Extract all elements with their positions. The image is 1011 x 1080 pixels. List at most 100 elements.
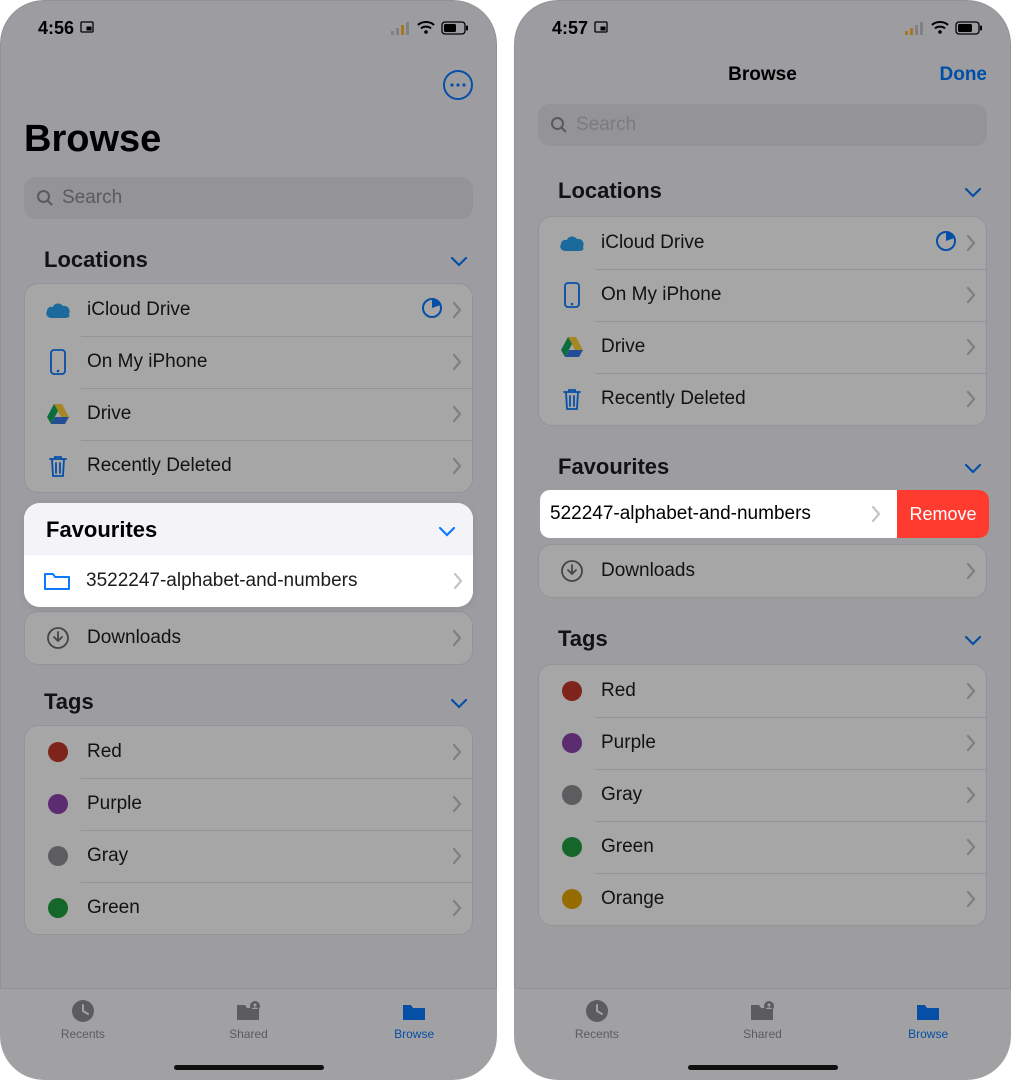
section-header-favourites[interactable]: Favourites: [514, 432, 1011, 490]
chevron-down-icon: [451, 689, 467, 715]
row-tag-green[interactable]: Green: [539, 821, 986, 873]
row-downloads[interactable]: Downloads: [25, 612, 472, 664]
chevron-right-icon: [967, 563, 976, 579]
row-tag-gray[interactable]: Gray: [539, 769, 986, 821]
favourites-list: Downloads: [24, 611, 473, 665]
tag-dot-gray: [48, 846, 68, 866]
battery-icon: [955, 21, 983, 35]
row-downloads[interactable]: Downloads: [539, 545, 986, 597]
tag-dot-red: [562, 681, 582, 701]
row-tag-gray[interactable]: Gray: [25, 830, 472, 882]
row-label: Red: [87, 741, 453, 763]
nav-title: Browse: [728, 64, 797, 86]
chevron-down-icon: [965, 454, 981, 480]
trash-icon: [555, 382, 589, 416]
home-indicator[interactable]: [174, 1065, 324, 1070]
chevron-right-icon: [967, 891, 976, 907]
row-label: On My iPhone: [87, 351, 453, 373]
tab-label: Recents: [575, 1027, 619, 1041]
row-tag-red[interactable]: Red: [539, 665, 986, 717]
tab-recents[interactable]: Recents: [537, 997, 657, 1041]
section-title: Locations: [44, 247, 148, 273]
sync-progress-icon: [421, 297, 443, 324]
favourite-swipe-row: 522247-alphabet-and-numbers Remove: [514, 490, 989, 538]
search-placeholder: Search: [62, 187, 122, 209]
row-label: Purple: [87, 793, 453, 815]
tab-label: Browse: [908, 1027, 948, 1041]
chevron-down-icon: [439, 517, 455, 543]
row-on-my-iphone[interactable]: On My iPhone: [25, 336, 472, 388]
row-tag-orange[interactable]: Orange: [539, 873, 986, 925]
phone-right: 4:57 Browse Done Search Locations: [514, 0, 1011, 1080]
row-drive[interactable]: Drive: [539, 321, 986, 373]
shared-folder-icon: [233, 997, 263, 1025]
chevron-right-icon: [453, 848, 462, 864]
icloud-icon: [555, 226, 589, 260]
row-label: Recently Deleted: [87, 455, 453, 477]
row-icloud-drive[interactable]: iCloud Drive: [539, 217, 986, 269]
row-tag-purple[interactable]: Purple: [539, 717, 986, 769]
section-header-locations[interactable]: Locations: [0, 229, 497, 281]
row-on-my-iphone[interactable]: On My iPhone: [539, 269, 986, 321]
page-title: Browse: [0, 100, 497, 171]
nav-bar: Browse Done: [514, 50, 1011, 100]
row-label: Drive: [601, 336, 967, 358]
row-favourite-folder[interactable]: 522247-alphabet-and-numbers: [540, 490, 897, 538]
row-favourite-folder[interactable]: 3522247-alphabet-and-numbers: [24, 555, 473, 607]
tab-label: Browse: [394, 1027, 434, 1041]
row-recently-deleted[interactable]: Recently Deleted: [539, 373, 986, 425]
tag-dot-red: [48, 742, 68, 762]
tab-bar: Recents Shared Browse: [514, 988, 1011, 1080]
row-label: Drive: [87, 403, 453, 425]
folder-icon: [913, 997, 943, 1025]
section-title: Tags: [558, 626, 608, 652]
tab-recents[interactable]: Recents: [23, 997, 143, 1041]
search-input[interactable]: Search: [538, 104, 987, 146]
tab-browse[interactable]: Browse: [868, 997, 988, 1041]
download-icon: [41, 621, 75, 655]
chevron-down-icon: [451, 247, 467, 273]
clock-icon: [582, 997, 612, 1025]
row-label: Gray: [601, 784, 967, 806]
pip-icon: [594, 18, 608, 39]
favourites-list: Downloads: [538, 544, 987, 598]
search-icon: [36, 189, 54, 207]
row-recently-deleted[interactable]: Recently Deleted: [25, 440, 472, 492]
chevron-right-icon: [453, 900, 462, 916]
section-header-locations[interactable]: Locations: [514, 156, 1011, 214]
folder-icon: [40, 564, 74, 598]
row-tag-green[interactable]: Green: [25, 882, 472, 934]
row-label: iCloud Drive: [601, 232, 935, 254]
sync-progress-icon: [935, 230, 957, 257]
section-header-tags[interactable]: Tags: [0, 671, 497, 723]
remove-button[interactable]: Remove: [897, 490, 989, 538]
home-indicator[interactable]: [688, 1065, 838, 1070]
chevron-right-icon: [453, 630, 462, 646]
more-button[interactable]: [443, 70, 473, 100]
tag-dot-purple: [48, 794, 68, 814]
row-label: On My iPhone: [601, 284, 967, 306]
section-header-tags[interactable]: Tags: [514, 604, 1011, 662]
row-icloud-drive[interactable]: iCloud Drive: [25, 284, 472, 336]
row-drive[interactable]: Drive: [25, 388, 472, 440]
row-tag-purple[interactable]: Purple: [25, 778, 472, 830]
chevron-right-icon: [967, 391, 976, 407]
tab-label: Shared: [743, 1027, 782, 1041]
locations-list: iCloud Drive On My iPhone Drive Recently…: [538, 216, 987, 426]
status-time: 4:57: [552, 18, 588, 39]
tag-dot-purple: [562, 733, 582, 753]
section-header-favourites[interactable]: Favourites: [24, 503, 473, 555]
row-tag-red[interactable]: Red: [25, 726, 472, 778]
tab-shared[interactable]: Shared: [188, 997, 308, 1041]
chevron-right-icon: [453, 302, 462, 318]
done-button[interactable]: Done: [940, 64, 988, 86]
locations-list: iCloud Drive On My iPhone: [24, 283, 473, 493]
row-label: iCloud Drive: [87, 299, 421, 321]
tab-shared[interactable]: Shared: [702, 997, 822, 1041]
cellular-icon: [391, 22, 411, 35]
tab-bar: Recents Shared Browse: [0, 988, 497, 1080]
row-label: Downloads: [601, 560, 967, 582]
chevron-down-icon: [965, 626, 981, 652]
tab-browse[interactable]: Browse: [354, 997, 474, 1041]
search-input[interactable]: Search: [24, 177, 473, 219]
